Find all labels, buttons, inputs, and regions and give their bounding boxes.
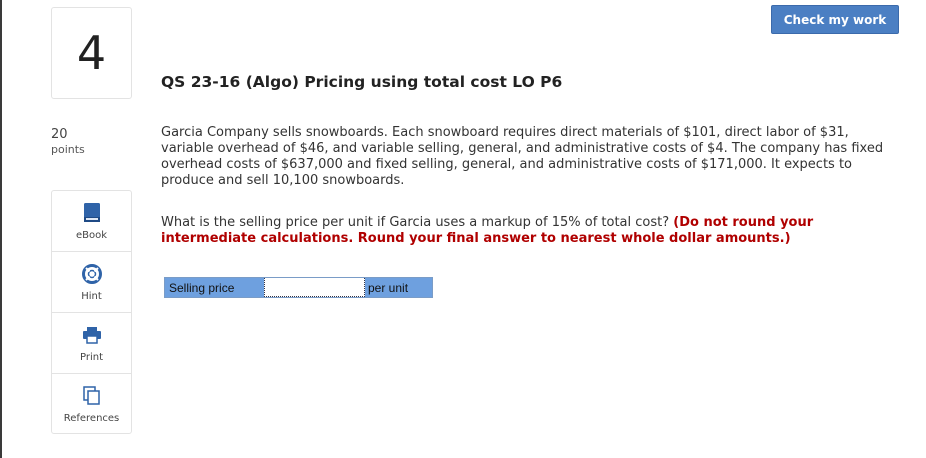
references-label: References [63, 413, 120, 424]
problem-description: Garcia Company sells snowboards. Each sn… [161, 125, 884, 188]
check-my-work-button[interactable]: Check my work [771, 5, 899, 34]
hint-label: Hint [81, 290, 102, 302]
points-value: 20 [51, 127, 68, 142]
selling-price-input[interactable] [264, 278, 365, 297]
copy-icon [82, 385, 101, 407]
print-button[interactable]: Print [52, 313, 131, 374]
question-text: What is the selling price per unit if Ga… [161, 215, 670, 230]
per-unit-label: per unit [365, 278, 432, 297]
print-label: Print [79, 351, 103, 363]
book-icon [83, 202, 101, 224]
question-number: 4 [76, 26, 107, 80]
tools-panel: eBook Hint Print References [51, 190, 132, 434]
points-label: points [51, 143, 85, 156]
ebook-label: eBook [75, 229, 108, 241]
hint-button[interactable]: Hint [52, 252, 131, 313]
printer-icon [82, 324, 102, 346]
selling-price-label: Selling price [165, 278, 264, 297]
ebook-button[interactable]: eBook [52, 191, 131, 252]
answer-row: Selling price per unit [164, 277, 433, 298]
window-left-border [0, 0, 2, 458]
problem-title: QS 23-16 (Algo) Pricing using total cost… [161, 73, 563, 91]
lifebuoy-icon [81, 263, 102, 285]
question-number-box: 4 [51, 7, 132, 99]
references-button[interactable]: References [52, 374, 131, 435]
points-display: 20 points [51, 127, 85, 157]
problem-question: What is the selling price per unit if Ga… [161, 215, 901, 247]
